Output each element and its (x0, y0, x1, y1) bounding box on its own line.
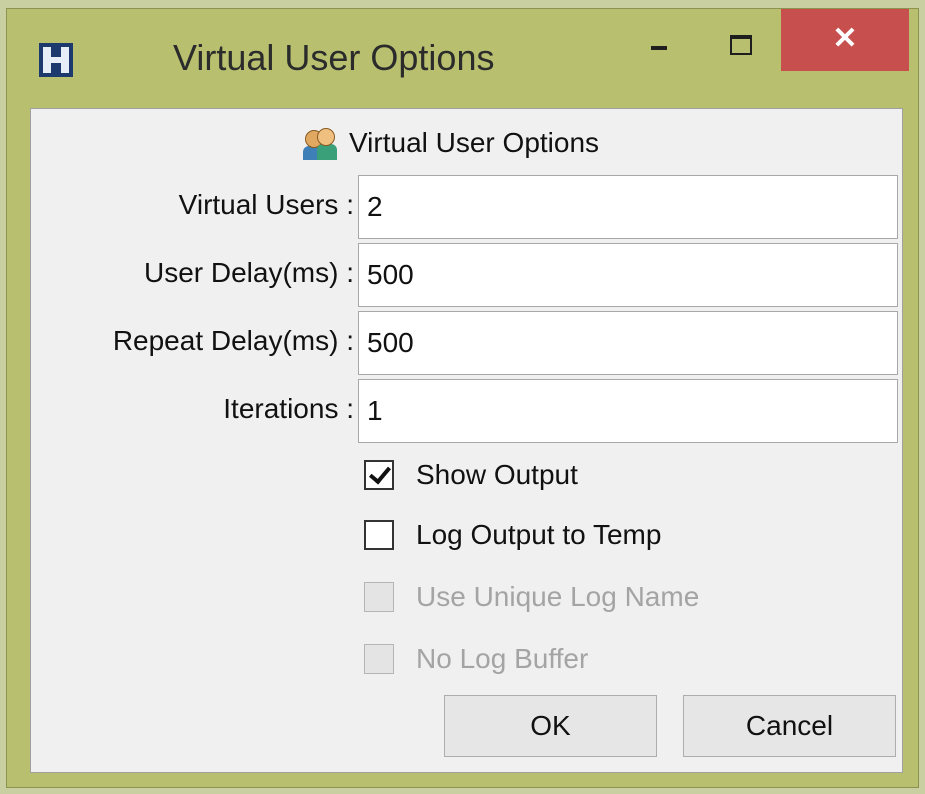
minimize-button[interactable] (627, 19, 689, 73)
log-output-option[interactable]: Log Output to Temp (364, 515, 661, 555)
virtual-users-input[interactable] (358, 175, 898, 239)
ok-button[interactable]: OK (444, 695, 657, 757)
users-icon (303, 126, 337, 160)
log-output-checkbox[interactable] (364, 520, 394, 550)
virtual-users-label: Virtual Users : (178, 189, 354, 220)
user-delay-input[interactable] (358, 243, 898, 307)
show-output-option[interactable]: Show Output (364, 455, 578, 495)
show-output-checkbox[interactable] (364, 460, 394, 490)
title-bar[interactable]: Virtual User Options ✕ (7, 9, 918, 107)
unique-log-name-option: Use Unique Log Name (364, 577, 699, 617)
no-log-buffer-label: No Log Buffer (416, 643, 589, 674)
log-output-label: Log Output to Temp (416, 519, 662, 550)
maximize-button[interactable] (709, 19, 771, 73)
show-output-label: Show Output (416, 459, 578, 490)
app-logo-icon (39, 43, 73, 77)
section-heading-label: Virtual User Options (349, 127, 600, 158)
user-delay-row: User Delay(ms) : (31, 243, 904, 307)
virtual-users-row: Virtual Users : (31, 175, 904, 239)
iterations-label: Iterations : (223, 393, 354, 424)
repeat-delay-input[interactable] (358, 311, 898, 375)
unique-log-name-checkbox (364, 582, 394, 612)
dialog-body: Virtual User Options Virtual Users : Use… (30, 108, 903, 773)
iterations-row: Iterations : (31, 379, 904, 443)
close-button[interactable]: ✕ (781, 9, 909, 71)
no-log-buffer-checkbox (364, 644, 394, 674)
close-icon: ✕ (832, 22, 858, 55)
user-delay-label: User Delay(ms) : (143, 257, 354, 288)
iterations-input[interactable] (358, 379, 898, 443)
dialog-window: Virtual User Options ✕ Virtual User Opti… (6, 8, 919, 788)
window-title: Virtual User Options (173, 37, 495, 78)
section-heading: Virtual User Options (303, 123, 599, 163)
repeat-delay-row: Repeat Delay(ms) : (31, 311, 904, 375)
no-log-buffer-option: No Log Buffer (364, 639, 588, 679)
repeat-delay-label: Repeat Delay(ms) : (112, 325, 354, 356)
unique-log-name-label: Use Unique Log Name (416, 581, 700, 612)
cancel-button[interactable]: Cancel (683, 695, 896, 757)
